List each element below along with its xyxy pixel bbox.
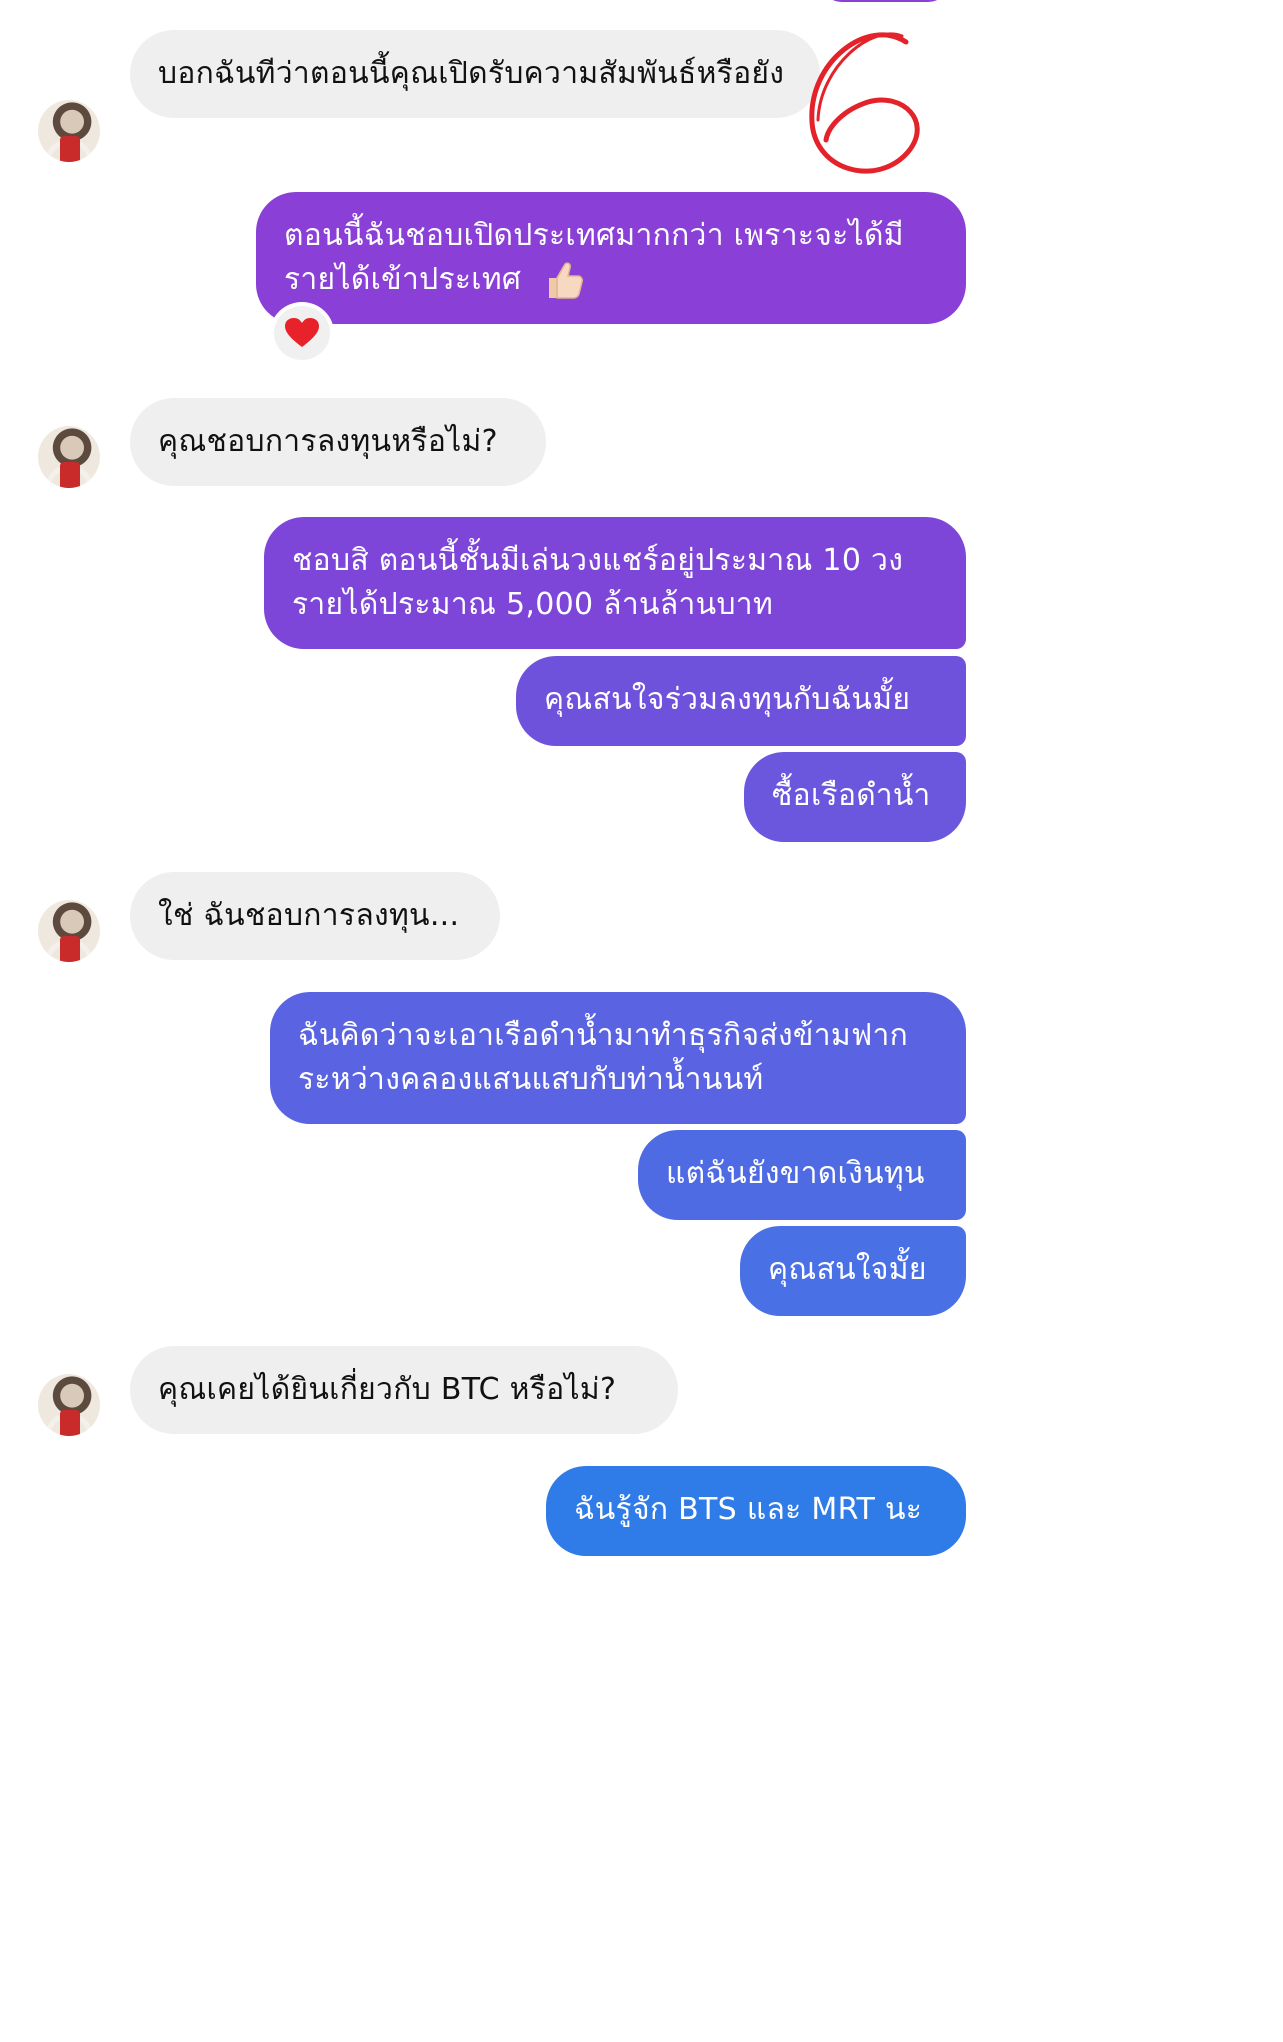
- incoming-message[interactable]: ใช่ ฉันชอบการลงทุน...: [130, 872, 500, 960]
- message-text: ตอนนี้ฉันชอบเปิดประเทศมากกว่า เพราะจะได้…: [284, 218, 904, 297]
- outgoing-message[interactable]: คุณสนใจมั้ย: [740, 1226, 966, 1316]
- outgoing-message[interactable]: ชอบสิ ตอนนี้ชั้นมีเล่นวงแชร์อยู่ประมาณ 1…: [264, 517, 966, 649]
- incoming-message[interactable]: บอกฉันทีว่าตอนนี้คุณเปิดรับความสัมพันธ์ห…: [130, 30, 820, 118]
- contact-avatar[interactable]: [38, 426, 100, 488]
- incoming-message[interactable]: คุณชอบการลงทุนหรือไม่?: [130, 398, 546, 486]
- contact-avatar[interactable]: [38, 1374, 100, 1436]
- thumbs-up-emoji-icon: [549, 261, 584, 299]
- handwritten-six-annotation: [809, 32, 920, 174]
- heart-icon: [285, 318, 319, 347]
- message-text: ซื้อเรือดำน้ำ: [772, 778, 931, 813]
- heart-reaction[interactable]: [270, 302, 334, 364]
- message-text: ใช่ ฉันชอบการลงทุน...: [158, 898, 460, 933]
- incoming-message[interactable]: คุณเคยได้ยินเกี่ยวกับ BTC หรือไม่?: [130, 1346, 678, 1434]
- message-text: ฉันรู้จัก BTS และ MRT นะ: [574, 1492, 923, 1527]
- outgoing-message[interactable]: คุณสนใจร่วมลงทุนกับฉันมั้ย: [516, 656, 966, 746]
- outgoing-message[interactable]: ฉันคิดว่าจะเอาเรือดำน้ำมาทำธุรกิจส่งข้าม…: [270, 992, 966, 1124]
- message-text: คุณสนใจร่วมลงทุนกับฉันมั้ย: [544, 682, 911, 717]
- previous-message-bubble-edge: [820, 0, 950, 2]
- message-text: ฉันคิดว่าจะเอาเรือดำน้ำมาทำธุรกิจส่งข้าม…: [298, 1018, 909, 1097]
- message-text: คุณสนใจมั้ย: [768, 1252, 927, 1287]
- outgoing-message[interactable]: ฉันรู้จัก BTS และ MRT นะ: [546, 1466, 966, 1556]
- message-text: คุณชอบการลงทุนหรือไม่?: [158, 424, 498, 459]
- outgoing-message[interactable]: ซื้อเรือดำน้ำ: [744, 752, 966, 842]
- outgoing-message[interactable]: แต่ฉันยังขาดเงินทุน: [638, 1130, 966, 1220]
- message-text: แต่ฉันยังขาดเงินทุน: [666, 1156, 925, 1191]
- message-text: ชอบสิ ตอนนี้ชั้นมีเล่นวงแชร์อยู่ประมาณ 1…: [292, 543, 904, 622]
- outgoing-message[interactable]: ตอนนี้ฉันชอบเปิดประเทศมากกว่า เพราะจะได้…: [256, 192, 966, 324]
- contact-avatar[interactable]: [38, 100, 100, 162]
- message-text: คุณเคยได้ยินเกี่ยวกับ BTC หรือไม่?: [158, 1372, 617, 1407]
- message-text: บอกฉันทีว่าตอนนี้คุณเปิดรับความสัมพันธ์ห…: [158, 56, 785, 91]
- contact-avatar[interactable]: [38, 900, 100, 962]
